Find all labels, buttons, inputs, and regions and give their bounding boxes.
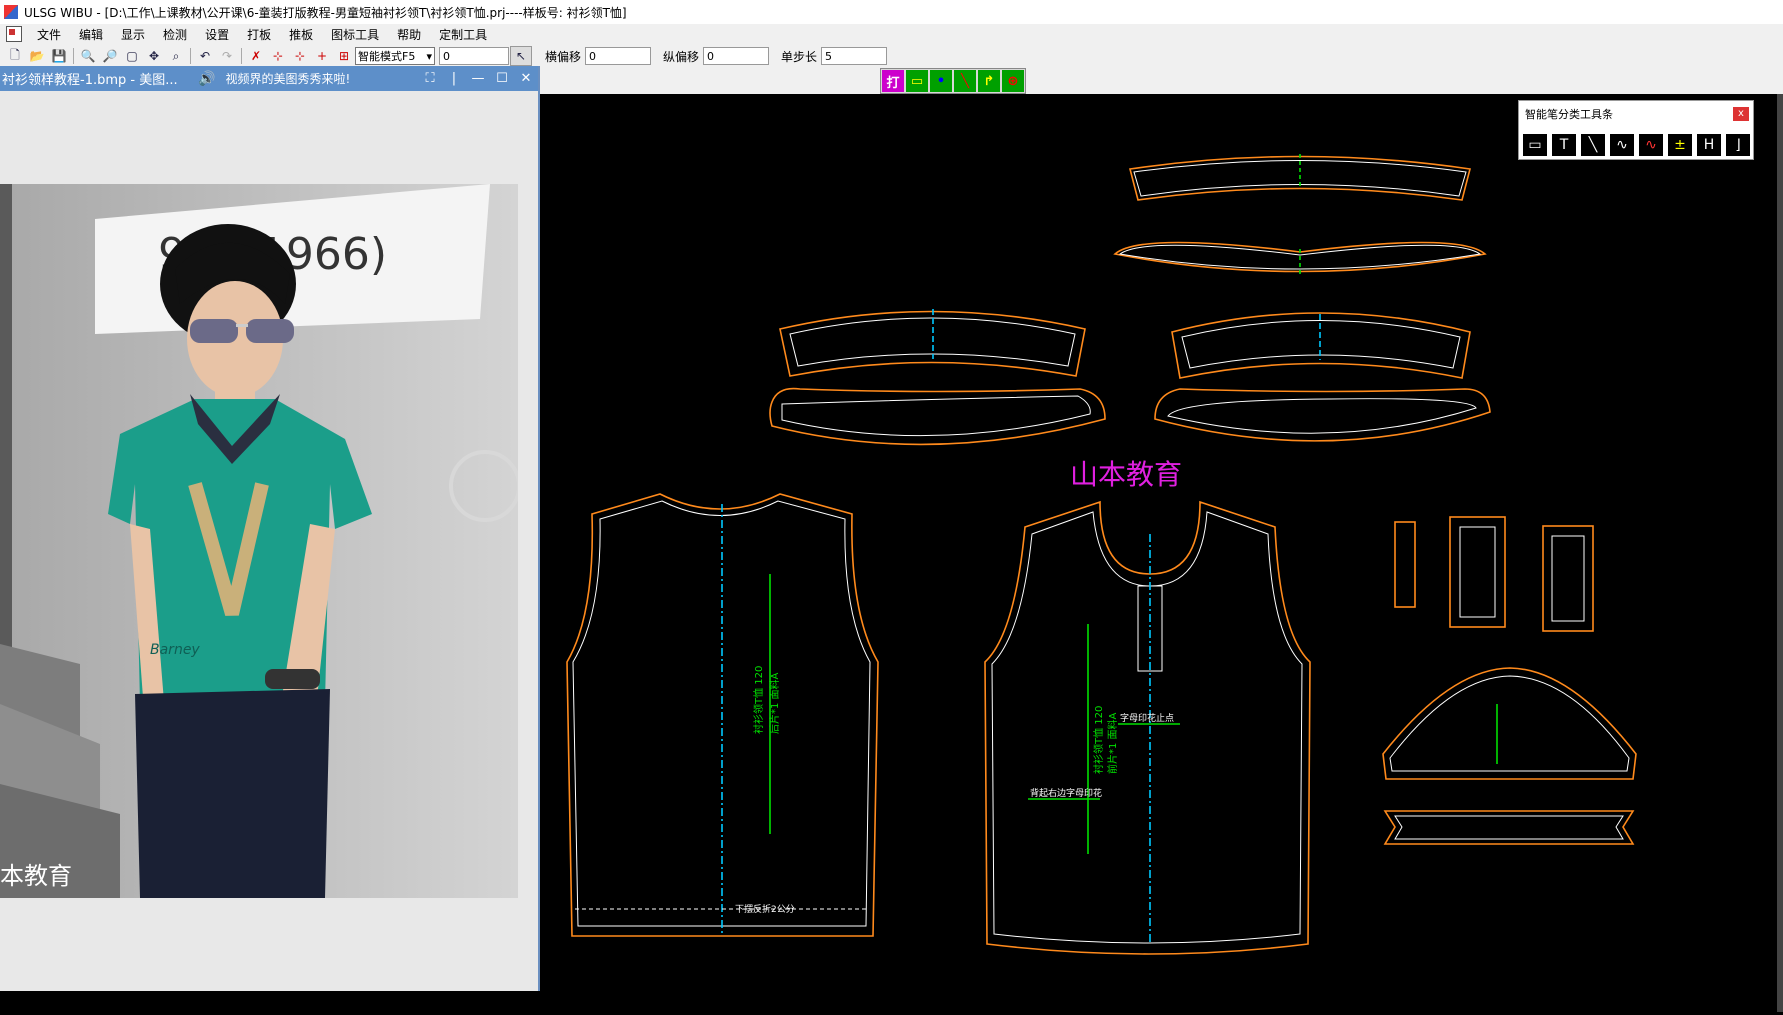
speaker-icon[interactable]: 🔊: [198, 71, 215, 87]
draft-button[interactable]: 打: [882, 70, 904, 92]
align-point-icon[interactable]: ⊹: [290, 47, 310, 65]
fit-window-icon[interactable]: ▢: [122, 47, 142, 65]
fullscreen-icon[interactable]: ⛶: [418, 71, 442, 86]
new-file-icon[interactable]: 🗋: [5, 47, 25, 65]
save-icon[interactable]: 💾: [49, 47, 69, 65]
image-viewer-title: 衬衫领样教程-1.bmp - 美图...: [2, 73, 178, 88]
front-body-piece: [984, 500, 1311, 955]
step-label: 单步长: [781, 49, 818, 64]
title-bar: ULSG WIBU - [D:\工作\上课教材\公开课\6-童装打版教程-男童短…: [0, 0, 1783, 24]
curve-icon[interactable]: ∿: [1610, 134, 1634, 156]
menu-help[interactable]: 帮助: [388, 26, 430, 43]
back-body-piece: [566, 493, 879, 937]
mode-select[interactable]: 智能模式F5 ▾: [355, 47, 435, 65]
ruler-tool-icon[interactable]: ⊕: [1002, 70, 1024, 92]
pan-icon[interactable]: ✥: [144, 47, 164, 65]
menu-icon-tools[interactable]: 图标工具: [322, 26, 388, 43]
menu-view[interactable]: 显示: [112, 26, 154, 43]
measure-icon[interactable]: ±: [1668, 134, 1692, 156]
maximize-icon[interactable]: ☐: [490, 71, 514, 86]
menu-bar: 文件 编辑 显示 检测 设置 打板 推板 图标工具 帮助 定制工具: [0, 24, 1783, 44]
zoom-out-icon[interactable]: 🔍: [78, 47, 98, 65]
placket-curve-left-piece: [769, 387, 1106, 446]
back-label-1: 衬衫领T恤 120: [752, 666, 765, 734]
sleeve-cuff-piece: [1383, 810, 1635, 845]
rectangle-tool-icon[interactable]: ▭: [906, 70, 928, 92]
front-label-2: 前片*1 面料A: [1106, 712, 1119, 774]
close-icon[interactable]: ✕: [514, 71, 538, 86]
v-offset-input[interactable]: 0: [703, 47, 770, 65]
value-input[interactable]: 0: [439, 47, 509, 65]
print-start-label: 背起右边字母印花: [1030, 787, 1102, 799]
palette-title: 智能笔分类工具条: [1525, 108, 1613, 121]
drawing-toolbar: 打 ▭ • ╲ ↱ ⊕: [880, 68, 1026, 94]
pattern-pieces: 衬衫领T恤 120 后片*1 面料A 衬衫领T恤 120 前片*1 面料A 下摆…: [566, 154, 1637, 955]
toolbar-separator: [241, 48, 242, 64]
canvas-watermark: 山本教育: [1070, 458, 1183, 491]
point-tool-icon[interactable]: •: [930, 70, 952, 92]
menu-file[interactable]: 文件: [28, 26, 70, 43]
grade-point-icon[interactable]: ⊞: [334, 47, 354, 65]
smart-pen-palette: 智能笔分类工具条 x ▭ T ╲ ∿ ∿ ± H ⌋: [1518, 100, 1754, 160]
line-tool-icon[interactable]: ╲: [954, 70, 976, 92]
rectangle-icon[interactable]: ▭: [1523, 134, 1547, 156]
chevron-down-icon: ▾: [426, 49, 432, 63]
collar-stand-piece: [1113, 241, 1487, 276]
step-input[interactable]: 5: [821, 47, 888, 65]
menu-custom-tools[interactable]: 定制工具: [430, 26, 496, 43]
undo-icon[interactable]: ↶: [195, 47, 215, 65]
add-point-icon[interactable]: +: [312, 47, 332, 65]
delete-select-icon[interactable]: ✗: [246, 47, 266, 65]
h-offset-input[interactable]: 0: [585, 47, 652, 65]
shirt-script-text: Barney: [150, 642, 200, 658]
collar-band-piece: [1129, 154, 1471, 201]
reference-photo: 901-1966) Barney 本教育: [0, 184, 518, 898]
divider-icon: |: [451, 71, 457, 86]
zoom-region-icon[interactable]: ⌕: [166, 47, 186, 65]
move-point-icon[interactable]: ⊹: [268, 47, 288, 65]
photo-illustration: 901-1966) Barney 本教育: [0, 184, 518, 898]
toolbar-separator: [190, 48, 191, 64]
line-icon[interactable]: ╲: [1581, 134, 1605, 156]
h-bar-icon[interactable]: H: [1697, 134, 1721, 156]
collar-right-piece: [1171, 312, 1471, 379]
collar-left-piece: [779, 309, 1086, 377]
placket-curve-right-piece: [1154, 388, 1491, 442]
image-viewer-titlebar: 衬衫领样教程-1.bmp - 美图... 🔊 视频界的美图秀秀来啦! ⛶ | —…: [0, 66, 538, 91]
menu-pattern[interactable]: 打板: [238, 26, 280, 43]
image-viewer-window: 衬衫领样教程-1.bmp - 美图... 🔊 视频界的美图秀秀来啦! ⛶ | —…: [0, 66, 540, 991]
red-curve-icon[interactable]: ∿: [1639, 134, 1663, 156]
sleeve-piece: [1382, 667, 1637, 780]
mode-select-value: 智能模式F5: [358, 50, 416, 63]
palette-close-button[interactable]: x: [1733, 107, 1749, 121]
hem-fold-label: 下摆反折2公分: [735, 903, 795, 915]
corner-icon[interactable]: ⌋: [1726, 134, 1750, 156]
menu-grading[interactable]: 推板: [280, 26, 322, 43]
canvas-scrollbar[interactable]: [1777, 94, 1783, 1012]
v-offset-label: 纵偏移: [663, 49, 700, 64]
menu-settings[interactable]: 设置: [196, 26, 238, 43]
viewer-notice[interactable]: 视频界的美图秀秀来啦!: [225, 70, 350, 87]
open-folder-icon[interactable]: 📂: [27, 47, 47, 65]
window-title: ULSG WIBU - [D:\工作\上课教材\公开课\6-童装打版教程-男童短…: [24, 5, 627, 20]
document-menu-icon[interactable]: [6, 26, 22, 42]
minimize-icon[interactable]: —: [466, 71, 490, 86]
toolbar-separator: [73, 48, 74, 64]
pick-icon[interactable]: ↖: [510, 46, 532, 66]
h-offset-label: 横偏移: [545, 49, 582, 64]
text-icon[interactable]: T: [1552, 134, 1576, 156]
app-icon: [4, 5, 18, 19]
menu-edit[interactable]: 编辑: [70, 26, 112, 43]
transform-tool-icon[interactable]: ↱: [978, 70, 1000, 92]
front-label-1: 衬衫领T恤 120: [1092, 706, 1105, 774]
print-stop-label: 字母印花止点: [1120, 712, 1174, 724]
zoom-in-icon[interactable]: 🔎: [100, 47, 120, 65]
photo-watermark: 本教育: [0, 862, 72, 890]
back-label-2: 后片*1 面料A: [768, 672, 781, 734]
redo-icon[interactable]: ↷: [217, 47, 237, 65]
cad-canvas[interactable]: 衬衫领T恤 120 后片*1 面料A 衬衫领T恤 120 前片*1 面料A 下摆…: [540, 94, 1783, 1012]
menu-check[interactable]: 检测: [154, 26, 196, 43]
small-strip-pieces: [1394, 516, 1594, 632]
